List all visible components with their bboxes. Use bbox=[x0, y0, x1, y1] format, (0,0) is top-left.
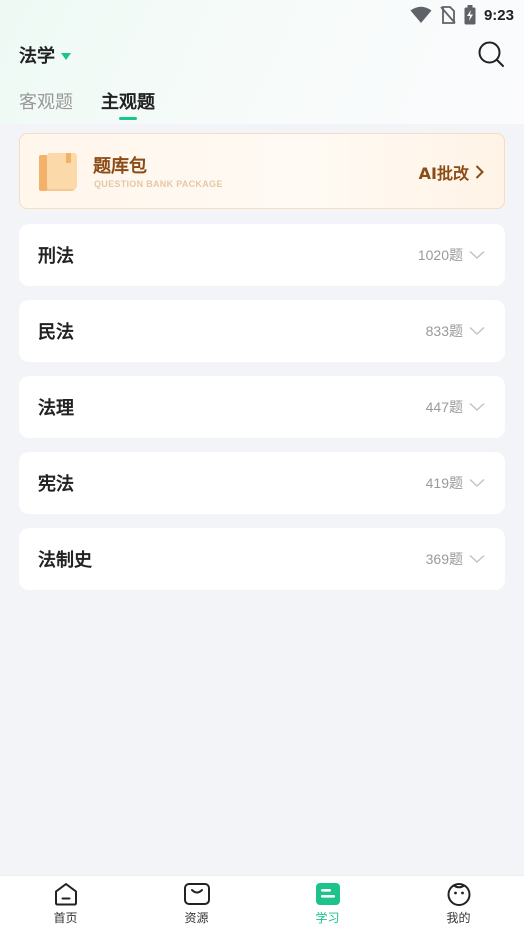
battery-charging-icon bbox=[464, 5, 476, 25]
banner-title: 题库包 bbox=[93, 156, 147, 177]
tab-objective[interactable]: 客观题 bbox=[19, 88, 73, 120]
home-icon bbox=[54, 883, 77, 906]
app-header: 法学 bbox=[0, 30, 524, 78]
nav-home[interactable]: 首页 bbox=[0, 876, 131, 931]
search-icon[interactable] bbox=[476, 39, 506, 69]
subject-selector[interactable]: 法学 bbox=[19, 42, 71, 68]
question-count: 447题 bbox=[425, 399, 463, 415]
nav-study-label: 学习 bbox=[315, 911, 340, 925]
status-bar: 9:23 bbox=[0, 0, 524, 30]
nav-profile[interactable]: 我的 bbox=[393, 876, 524, 931]
book-icon bbox=[39, 153, 77, 191]
wifi-icon bbox=[410, 6, 432, 23]
subject-name: 民法 bbox=[38, 322, 74, 343]
status-time: 9:23 bbox=[483, 6, 514, 24]
no-sim-icon bbox=[440, 6, 456, 24]
subject-name: 宪法 bbox=[38, 474, 74, 495]
nav-profile-label: 我的 bbox=[446, 911, 471, 925]
chevron-right-icon bbox=[475, 165, 484, 179]
chevron-down-icon bbox=[469, 250, 485, 260]
profile-icon bbox=[447, 883, 470, 906]
chevron-down-icon bbox=[469, 326, 485, 336]
bottom-navigation: 首页 资源 学习 我的 bbox=[0, 875, 524, 931]
question-count: 369题 bbox=[425, 551, 463, 567]
subject-name: 法制史 bbox=[38, 550, 92, 571]
nav-home-label: 首页 bbox=[53, 911, 78, 925]
chevron-down-icon bbox=[469, 402, 485, 412]
subject-card-legal-history[interactable]: 法制史 369题 bbox=[19, 528, 505, 590]
question-type-tabs: 客观题 主观题 bbox=[19, 88, 155, 120]
banner-subtitle: QUESTION BANK PACKAGE bbox=[94, 179, 223, 189]
question-bank-banner[interactable]: 题库包 QUESTION BANK PACKAGE AI批改 bbox=[19, 133, 505, 209]
nav-resources-label: 资源 bbox=[184, 911, 209, 925]
subject-card-criminal-law[interactable]: 刑法 1020题 bbox=[19, 224, 505, 286]
subject-card-civil-law[interactable]: 民法 833题 bbox=[19, 300, 505, 362]
question-count: 419题 bbox=[425, 475, 463, 491]
nav-resources[interactable]: 资源 bbox=[131, 876, 262, 931]
nav-study[interactable]: 学习 bbox=[262, 876, 393, 931]
subject-card-jurisprudence[interactable]: 法理 447题 bbox=[19, 376, 505, 438]
question-count: 833题 bbox=[425, 323, 463, 339]
question-count: 1020题 bbox=[417, 247, 463, 263]
subject-name: 刑法 bbox=[38, 246, 74, 267]
chevron-down-icon bbox=[469, 478, 485, 488]
subject-name: 法理 bbox=[38, 398, 74, 419]
tab-subjective[interactable]: 主观题 bbox=[101, 88, 155, 120]
subject-card-constitutional-law[interactable]: 宪法 419题 bbox=[19, 452, 505, 514]
chevron-down-icon bbox=[469, 554, 485, 564]
bag-icon bbox=[183, 883, 210, 905]
caret-down-icon bbox=[61, 52, 71, 60]
study-icon bbox=[315, 883, 340, 905]
ai-grading-label: AI批改 bbox=[418, 164, 469, 183]
subject-label: 法学 bbox=[19, 46, 55, 67]
ai-grading-link[interactable]: AI批改 bbox=[419, 160, 484, 184]
